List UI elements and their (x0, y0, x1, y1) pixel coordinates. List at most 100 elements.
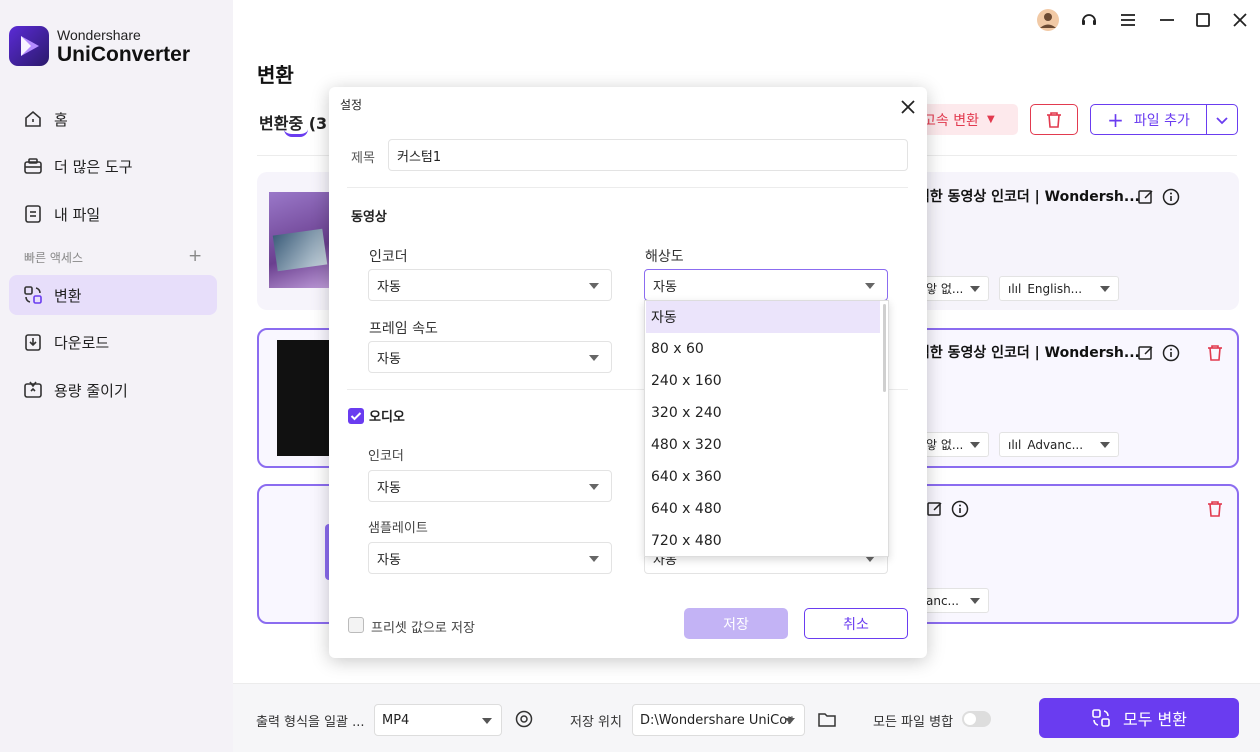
fast-convert-label: 고속 변환 (923, 112, 979, 129)
resolution-option[interactable]: 480 x 320 (646, 429, 880, 461)
convert-all-button[interactable]: 모두 변환 (1039, 698, 1239, 738)
headset-icon[interactable] (1077, 8, 1101, 32)
audio-track-dropdown[interactable]: ılıl Advanc... (999, 432, 1119, 457)
merge-files-toggle[interactable] (962, 711, 991, 727)
resolution-option[interactable]: 640 x 480 (646, 493, 880, 525)
resolution-option[interactable]: 80 x 60 (646, 333, 880, 365)
framerate-value: 자동 (377, 351, 401, 367)
dropdown-scrollbar[interactable] (883, 304, 886, 392)
close-icon[interactable] (898, 97, 918, 117)
resolution-option[interactable]: 320 x 240 (646, 397, 880, 429)
folder-icon[interactable] (817, 710, 837, 728)
resolution-option[interactable]: 640 x 360 (646, 461, 880, 493)
add-file-button[interactable]: + 파일 추가 (1090, 104, 1207, 135)
download-icon (22, 331, 44, 353)
resolution-option[interactable]: 자동 (646, 301, 880, 333)
video-encoder-label: 인코더 (369, 249, 408, 265)
info-icon[interactable] (1162, 188, 1180, 206)
tab-active-indicator (284, 129, 308, 137)
audio-wave-icon: ılıl (1008, 281, 1022, 296)
video-section-title: 동영상 (351, 210, 387, 225)
audio-encoder-select[interactable]: 자동 (368, 470, 612, 502)
convert-icon (1092, 709, 1110, 727)
trash-icon (1047, 111, 1061, 128)
divider (347, 187, 908, 188)
maximize-icon[interactable] (1191, 8, 1215, 32)
subtitle-value: 앟 없... (926, 438, 964, 452)
trash-icon[interactable] (1206, 344, 1224, 362)
samplerate-select[interactable]: 자동 (368, 542, 612, 574)
product-name: UniConverter (57, 42, 191, 66)
resolution-option[interactable]: 240 x 160 (646, 365, 880, 397)
sidebar-item-label: 홈 (54, 110, 68, 129)
samplerate-value: 자동 (377, 552, 401, 568)
format-settings-icon[interactable] (515, 710, 533, 728)
add-file-dropdown-button[interactable] (1206, 104, 1238, 135)
audio-encoder-label: 인코더 (368, 449, 404, 464)
sidebar-item-download[interactable]: 다운로드 (9, 322, 217, 362)
save-preset-label: 프리셋 값으로 저장 (371, 621, 475, 636)
plus-icon: + (1107, 107, 1124, 132)
save-location-value: D:\Wondershare UniCor (640, 712, 793, 728)
subtitle-dropdown[interactable]: 앟 없... (917, 432, 989, 457)
audio-checkbox[interactable] (348, 408, 364, 424)
app-logo: Wondershare UniConverter (9, 26, 190, 66)
brand-name: Wondershare (57, 26, 141, 43)
edit-icon[interactable] (1137, 344, 1155, 362)
save-location-dropdown[interactable]: D:\Wondershare UniCor (632, 704, 805, 736)
edit-icon[interactable] (1137, 188, 1155, 206)
close-window-icon[interactable] (1228, 8, 1252, 32)
trash-icon[interactable] (1206, 500, 1224, 518)
save-location-label: 저장 위치 (570, 715, 622, 730)
fast-convert-button[interactable]: 고속 변환 ▼ (917, 104, 1018, 135)
delete-all-button[interactable] (1030, 104, 1078, 135)
sidebar-item-convert[interactable]: 변환 (9, 275, 217, 315)
sidebar-item-home[interactable]: 홈 (9, 99, 217, 139)
sidebar-item-more-tools[interactable]: 더 많은 도구 (9, 146, 217, 186)
audio-wave-icon: ılıl (1008, 437, 1022, 452)
video-encoder-value: 자동 (377, 279, 401, 295)
toolbox-icon (22, 155, 44, 177)
bottom-bar: 출력 형식을 일괄 ... MP4 저장 위치 D:\Wondershare U… (233, 683, 1260, 752)
subtitle-value: 앟 없... (926, 282, 964, 296)
merge-files-label: 모든 파일 병합 (873, 715, 954, 730)
sidebar-item-label: 다운로드 (54, 333, 110, 352)
audio-track-dropdown[interactable]: ılıl English... (999, 276, 1119, 301)
sidebar: Wondershare UniConverter 홈 더 많은 도구 내 파일 … (0, 0, 233, 752)
resolution-label: 해상도 (645, 249, 684, 265)
minimize-icon[interactable] (1155, 8, 1179, 32)
menu-icon[interactable] (1116, 8, 1140, 32)
sidebar-item-label: 내 파일 (54, 205, 101, 224)
video-encoder-select[interactable]: 자동 (368, 269, 612, 301)
quick-access-add-button[interactable]: + (188, 246, 202, 266)
user-avatar-icon[interactable] (1036, 8, 1060, 32)
output-format-value: MP4 (382, 712, 410, 728)
cancel-button[interactable]: 취소 (804, 608, 908, 639)
sidebar-item-my-files[interactable]: 내 파일 (9, 194, 217, 234)
file-title: 벽한 동영상 인코더 | Wondersh... (917, 345, 1140, 361)
convert-all-label: 모두 변환 (1123, 710, 1187, 729)
framerate-label: 프레임 속도 (369, 321, 438, 337)
file-title: 벽한 동영상 인코더 | Wondersh... (917, 189, 1140, 205)
file-icon (22, 203, 44, 225)
dialog-title: 설정 (340, 98, 363, 112)
resolution-select[interactable]: 자동 (644, 269, 888, 301)
save-preset-checkbox[interactable] (348, 617, 364, 633)
sidebar-item-compress[interactable]: 용량 줄이기 (9, 370, 217, 410)
check-icon (350, 412, 362, 421)
subtitle-dropdown[interactable]: 앟 없... (917, 276, 989, 301)
framerate-select[interactable]: 자동 (368, 341, 612, 373)
info-icon[interactable] (951, 500, 969, 518)
resolution-option[interactable]: 720 x 480 (646, 525, 880, 556)
preset-name-input[interactable]: 커스텀1 (388, 139, 908, 171)
save-button[interactable]: 저장 (684, 608, 788, 639)
info-icon[interactable] (1162, 344, 1180, 362)
page-title: 변환 (257, 63, 294, 87)
video-thumbnail (277, 340, 329, 456)
uniconverter-logo-icon (9, 26, 49, 66)
sidebar-item-label: 더 많은 도구 (54, 157, 133, 176)
audio-track-dropdown[interactable]: anc... (917, 588, 989, 613)
audio-track-value: English... (1027, 281, 1083, 296)
edit-icon[interactable] (926, 500, 944, 518)
output-format-dropdown[interactable]: MP4 (374, 704, 502, 736)
